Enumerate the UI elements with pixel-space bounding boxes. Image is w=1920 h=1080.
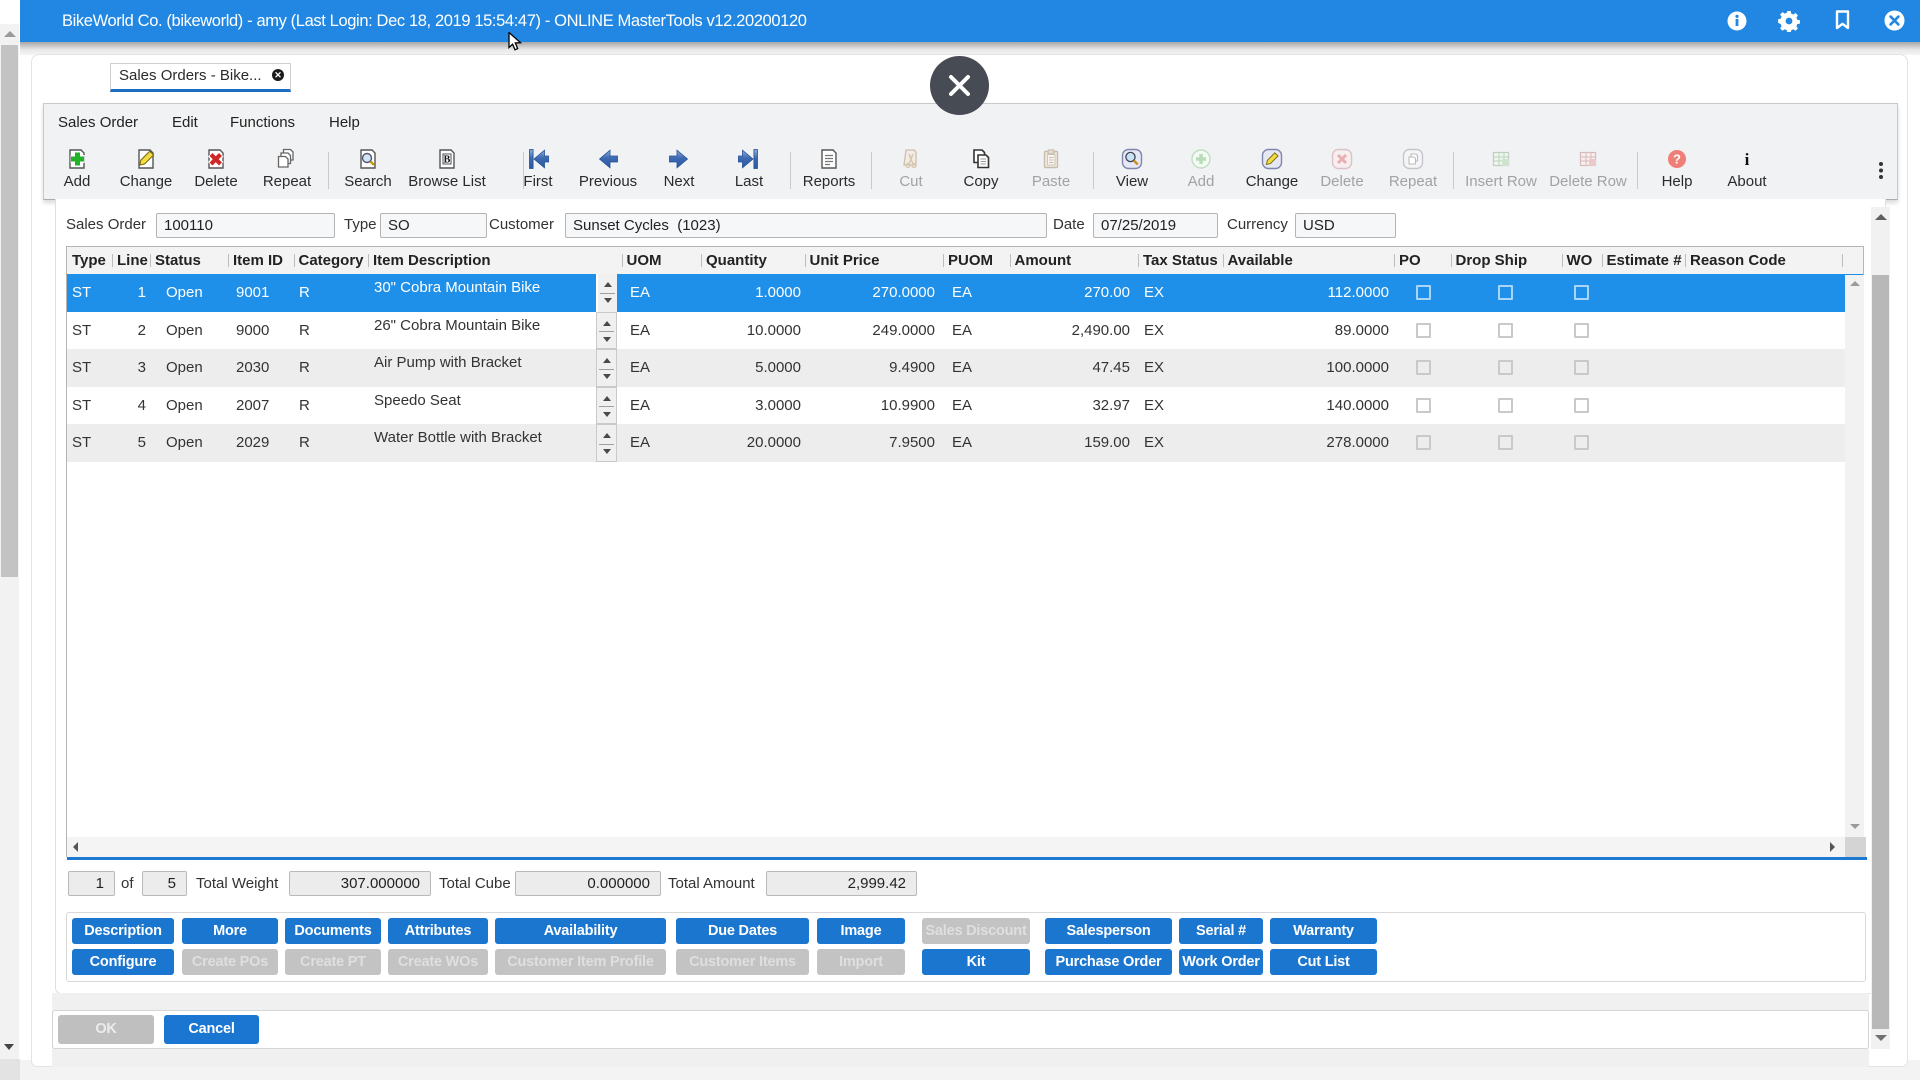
- svg-text:i: i: [1745, 150, 1750, 169]
- svg-text:?: ?: [1673, 152, 1681, 167]
- svg-text:B: B: [444, 155, 451, 166]
